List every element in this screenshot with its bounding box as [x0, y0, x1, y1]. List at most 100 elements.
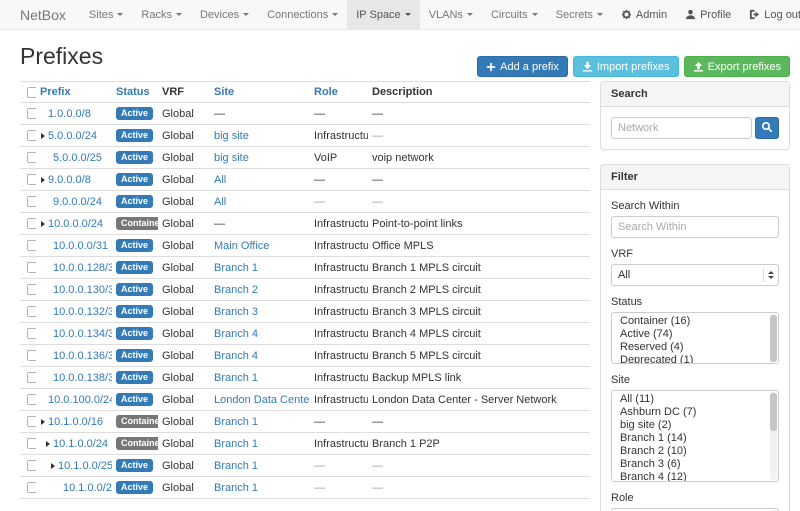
caret-right-icon: [41, 419, 45, 425]
add-a-prefix-button[interactable]: Add a prefix: [477, 56, 568, 77]
scrollbar[interactable]: [770, 314, 777, 362]
row-checkbox[interactable]: [27, 284, 36, 295]
row-checkbox[interactable]: [27, 218, 36, 229]
prefix-link[interactable]: 10.1.0.0/26: [63, 482, 112, 494]
site-link[interactable]: London Data Center: [214, 394, 310, 406]
prefix-link[interactable]: 1.0.0.0/8: [48, 108, 91, 120]
vrf-select[interactable]: All: [611, 264, 779, 286]
nav-item-admin[interactable]: Admin: [612, 0, 676, 29]
role-cell: Infrastructure: [310, 235, 368, 257]
prefix-link[interactable]: 9.0.0.0/8: [48, 174, 91, 186]
export-prefixes-button[interactable]: Export prefixes: [684, 56, 790, 77]
nav-item-sites[interactable]: Sites: [80, 0, 132, 29]
site-link[interactable]: Branch 1: [214, 438, 258, 450]
nav-item-racks[interactable]: Racks: [132, 0, 191, 29]
search-input[interactable]: [611, 117, 752, 139]
prefix-link[interactable]: 10.0.100.0/24: [48, 394, 112, 406]
prefix-link[interactable]: 10.0.0.138/31: [53, 372, 112, 384]
site-link[interactable]: Branch 4: [214, 350, 258, 362]
prefix-link[interactable]: 10.0.0.130/31: [53, 284, 112, 296]
nav-item-secrets[interactable]: Secrets: [547, 0, 612, 29]
site-link[interactable]: Branch 4: [214, 328, 258, 340]
row-checkbox[interactable]: [27, 328, 36, 339]
row-checkbox[interactable]: [27, 196, 36, 207]
nav-item-vlans[interactable]: VLANs: [420, 0, 482, 29]
status-listbox[interactable]: Container (16)Active (74)Reserved (4)Dep…: [611, 312, 779, 364]
listbox-option[interactable]: Branch 1 (14): [612, 432, 778, 445]
import-prefixes-button[interactable]: Import prefixes: [573, 56, 679, 77]
nav-item-ip-space[interactable]: IP Space: [347, 0, 419, 29]
row-checkbox[interactable]: [27, 130, 36, 141]
nav-item-circuits[interactable]: Circuits: [482, 0, 547, 29]
export-icon: [693, 61, 704, 72]
listbox-option[interactable]: Ashburn DC (7): [612, 406, 778, 419]
site-link[interactable]: Branch 1: [214, 416, 258, 428]
listbox-option[interactable]: Reserved (4): [612, 341, 778, 354]
nav-item-connections[interactable]: Connections: [258, 0, 347, 29]
listbox-option[interactable]: big site (2): [612, 419, 778, 432]
listbox-option[interactable]: Branch 4 (12): [612, 471, 778, 482]
prefix-link[interactable]: 10.1.0.0/25: [58, 460, 112, 472]
caret-right-icon: [41, 133, 45, 139]
site-link[interactable]: Branch 1: [214, 262, 258, 274]
prefix-link[interactable]: 10.0.0.134/31: [53, 328, 112, 340]
site-listbox[interactable]: All (11)Ashburn DC (7)big site (2)Branch…: [611, 390, 779, 482]
row-checkbox[interactable]: [27, 262, 36, 273]
nav-item-profile[interactable]: Profile: [676, 0, 740, 29]
site-link[interactable]: All: [214, 196, 226, 208]
chevron-down-icon: [332, 13, 338, 16]
nav-item-log-out[interactable]: Log out: [740, 0, 800, 29]
site-link[interactable]: Branch 1: [214, 482, 258, 494]
row-checkbox[interactable]: [27, 350, 36, 361]
row-checkbox[interactable]: [27, 438, 36, 449]
listbox-option[interactable]: Branch 2 (10): [612, 445, 778, 458]
listbox-option[interactable]: Branch 3 (6): [612, 458, 778, 471]
role-cell: Infrastructure: [310, 125, 368, 147]
caret-right-icon: [41, 177, 45, 183]
status-badge: Active: [116, 481, 153, 494]
row-checkbox[interactable]: [27, 108, 36, 119]
prefix-link[interactable]: 5.0.0.0/24: [48, 130, 97, 142]
prefix-link[interactable]: 10.0.0.0/24: [48, 218, 103, 230]
listbox-option[interactable]: Container (16): [612, 315, 778, 328]
row-checkbox[interactable]: [27, 174, 36, 185]
site-link[interactable]: Branch 2: [214, 284, 258, 296]
import-icon: [582, 61, 593, 72]
row-checkbox[interactable]: [27, 460, 36, 471]
site-link[interactable]: Branch 1: [214, 372, 258, 384]
log-out-icon: [749, 9, 760, 20]
brand[interactable]: NetBox: [20, 0, 66, 29]
row-checkbox[interactable]: [27, 306, 36, 317]
scrollbar[interactable]: [770, 392, 777, 480]
nav-item-devices[interactable]: Devices: [191, 0, 258, 29]
page-header: Prefixes Add a prefixImport prefixesExpo…: [0, 43, 800, 70]
prefix-link[interactable]: 10.0.0.136/31: [53, 350, 112, 362]
site-link[interactable]: Branch 1: [214, 460, 258, 472]
site-link[interactable]: All: [214, 174, 226, 186]
row-checkbox[interactable]: [27, 152, 36, 163]
search-within-input[interactable]: [611, 216, 779, 238]
row-checkbox[interactable]: [27, 416, 36, 427]
search-button[interactable]: [755, 117, 779, 139]
row-checkbox[interactable]: [27, 394, 36, 405]
select-all-checkbox[interactable]: [27, 87, 36, 98]
listbox-option[interactable]: Active (74): [612, 328, 778, 341]
site-link[interactable]: Branch 3: [214, 306, 258, 318]
site-link[interactable]: big site: [214, 152, 249, 164]
prefix-link[interactable]: 10.0.0.128/31: [53, 262, 112, 274]
listbox-option[interactable]: All (11): [612, 393, 778, 406]
prefix-link[interactable]: 10.0.0.0/31: [53, 240, 108, 252]
prefix-link[interactable]: 9.0.0.0/24: [53, 196, 102, 208]
row-checkbox[interactable]: [27, 240, 36, 251]
site-link[interactable]: Main Office: [214, 240, 269, 252]
select-arrows-icon: [763, 268, 774, 282]
row-checkbox[interactable]: [27, 482, 36, 493]
listbox-option[interactable]: Deprecated (1): [612, 354, 778, 364]
prefix-link[interactable]: 5.0.0.0/25: [53, 152, 102, 164]
row-checkbox[interactable]: [27, 372, 36, 383]
prefix-link[interactable]: 10.0.0.132/31: [53, 306, 112, 318]
status-badge: Active: [116, 239, 153, 252]
prefix-link[interactable]: 10.1.0.0/24: [53, 438, 108, 450]
site-link[interactable]: big site: [214, 130, 249, 142]
prefix-link[interactable]: 10.1.0.0/16: [48, 416, 103, 428]
